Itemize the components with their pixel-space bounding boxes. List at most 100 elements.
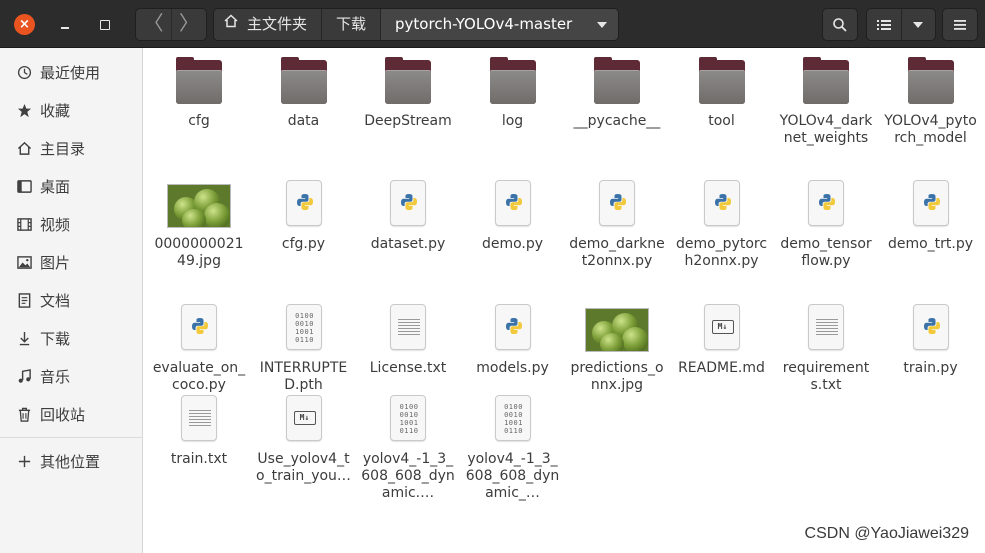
folder-item[interactable]: __pycache__ <box>565 57 669 130</box>
file-name-label: dataset.py <box>370 236 446 252</box>
sidebar-item-label: 回收站 <box>40 405 86 424</box>
breadcrumb-home[interactable]: 主文件夹 <box>214 9 322 40</box>
folder-item[interactable]: DeepStream <box>356 57 460 130</box>
plus-icon <box>17 454 32 469</box>
sidebar-item-pictures[interactable]: 图片 <box>0 244 143 280</box>
file-name-label: data <box>287 113 320 129</box>
markdown-glyph: M↓ <box>293 411 316 425</box>
watermark-text: CSDN @YaoJiawei329 <box>804 525 969 542</box>
python-file-icon <box>899 304 963 354</box>
file-item[interactable]: requirements.txt <box>774 304 878 394</box>
file-grid: cfg data DeepStream log __pycache__ tool YOLOv… <box>144 48 985 553</box>
file-item[interactable]: demo_pytorch2onnx.py <box>670 180 774 270</box>
sidebar-item-documents[interactable]: 文档 <box>0 282 143 318</box>
sidebar-item-downloads[interactable]: 下载 <box>0 320 143 356</box>
main-menu-button[interactable] <box>942 8 978 41</box>
folder-item[interactable]: log <box>461 57 565 130</box>
folder-item[interactable]: tool <box>670 57 774 130</box>
file-item[interactable]: M↓ README.md <box>670 304 774 377</box>
folder-item[interactable]: YOLOv4_pytorch_model <box>879 57 983 147</box>
document-icon <box>17 292 32 308</box>
file-item[interactable]: train.py <box>879 304 983 377</box>
back-button[interactable]: 〈 <box>136 9 171 40</box>
file-item[interactable]: 0100 0010 1001 0110 yolov4_-1_3_608_608_dyna… <box>461 395 565 502</box>
file-item[interactable]: 0100 0010 1001 0110 yolov4_-1_3_608_608_dyna… <box>356 395 460 502</box>
sidebar-item-starred[interactable]: 收藏 <box>0 92 143 128</box>
python-file-icon <box>690 180 754 230</box>
file-item[interactable]: train.txt <box>147 395 251 468</box>
sidebar-item-label: 最近使用 <box>40 63 101 82</box>
sidebar-item-desktop[interactable]: 桌面 <box>0 168 143 204</box>
list-view-button[interactable] <box>867 9 901 40</box>
sidebar-item-recent[interactable]: 最近使用 <box>0 54 143 90</box>
maximize-button[interactable] <box>92 11 118 37</box>
list-view-icon <box>876 19 891 30</box>
breadcrumb-current-folder[interactable]: pytorch-YOLOv4-master <box>380 9 587 40</box>
sidebar-item-label: 文档 <box>40 291 71 310</box>
trash-icon <box>17 407 32 422</box>
home-icon <box>17 141 32 156</box>
python-file-icon <box>376 180 440 230</box>
minimize-button[interactable] <box>52 11 78 37</box>
file-item[interactable]: 000000002149.jpg <box>147 182 251 270</box>
file-name-label: 000000002149.jpg <box>154 236 244 269</box>
binary-glyph: 0100 0010 1001 0110 <box>295 312 314 344</box>
file-name-label: __pycache__ <box>573 113 661 129</box>
breadcrumb-downloads[interactable]: 下载 <box>321 9 381 40</box>
folder-icon <box>376 57 440 107</box>
caret-down-icon <box>597 21 608 28</box>
file-item[interactable]: demo_tensorflow.py <box>774 180 878 270</box>
folder-item[interactable]: YOLOv4_darknet_weights <box>774 57 878 147</box>
binary-glyph: 0100 0010 1001 0110 <box>504 403 523 435</box>
search-button[interactable] <box>822 8 858 41</box>
sidebar-item-home[interactable]: 主目录 <box>0 130 143 166</box>
text-file-icon <box>794 304 858 354</box>
python-file-icon <box>481 180 545 230</box>
sidebar-item-label: 音乐 <box>40 367 71 386</box>
file-item[interactable]: 0100 0010 1001 0110 INTERRUPTED.pth <box>252 304 356 394</box>
file-name-label: log <box>501 113 524 129</box>
folder-icon <box>481 57 545 107</box>
sidebar-item-videos[interactable]: 视频 <box>0 206 143 242</box>
sidebar-item-label: 主目录 <box>40 139 86 158</box>
text-file-icon <box>376 304 440 354</box>
sidebar-item-music[interactable]: 音乐 <box>0 358 143 394</box>
header-bar: × 〈 〉 主文件夹 下载 pytorch-YOLOv4-master <box>0 0 985 48</box>
forward-button[interactable]: 〉 <box>171 9 206 40</box>
markdown-glyph: M↓ <box>711 320 734 334</box>
file-name-label: INTERRUPTED.pth <box>259 360 348 393</box>
sidebar-item-label: 图片 <box>40 253 71 272</box>
file-item[interactable]: demo.py <box>461 180 565 253</box>
sidebar-item-trash[interactable]: 回收站 <box>0 396 143 432</box>
file-item[interactable]: demo_trt.py <box>879 180 983 253</box>
folder-item[interactable]: cfg <box>147 57 251 130</box>
chevron-down-icon <box>913 21 924 28</box>
folder-icon <box>794 57 858 107</box>
file-item[interactable]: M↓ Use_yolov4_to_train_you… <box>252 395 356 485</box>
view-options-button[interactable] <box>900 9 936 40</box>
breadcrumb-downloads-label: 下载 <box>336 15 367 33</box>
file-name-label: evaluate_on_coco.py <box>152 360 246 393</box>
file-item[interactable]: predictions_onnx.jpg <box>565 306 669 394</box>
file-item[interactable]: evaluate_on_coco.py <box>147 304 251 394</box>
hamburger-menu-icon <box>954 19 966 30</box>
file-item[interactable]: License.txt <box>356 304 460 377</box>
file-item[interactable]: dataset.py <box>356 180 460 253</box>
picture-icon <box>17 255 32 270</box>
file-item[interactable]: models.py <box>461 304 565 377</box>
folder-icon <box>272 57 336 107</box>
file-item[interactable]: demo_darknet2onnx.py <box>565 180 669 270</box>
sidebar-item-label: 下载 <box>40 329 71 348</box>
close-window-button[interactable]: × <box>14 14 35 35</box>
sidebar-item-other-locations[interactable]: 其他位置 <box>0 443 143 479</box>
download-icon <box>17 331 32 346</box>
view-mode-group <box>866 8 936 41</box>
python-file-icon <box>794 180 858 230</box>
file-name-label: cfg.py <box>281 236 326 252</box>
file-name-label: train.txt <box>170 451 228 467</box>
file-item[interactable]: cfg.py <box>252 180 356 253</box>
breadcrumb-current-label: pytorch-YOLOv4-master <box>395 15 573 33</box>
file-name-label: demo_trt.py <box>887 236 974 252</box>
folder-item[interactable]: data <box>252 57 356 130</box>
path-dropdown-button[interactable] <box>586 9 619 40</box>
